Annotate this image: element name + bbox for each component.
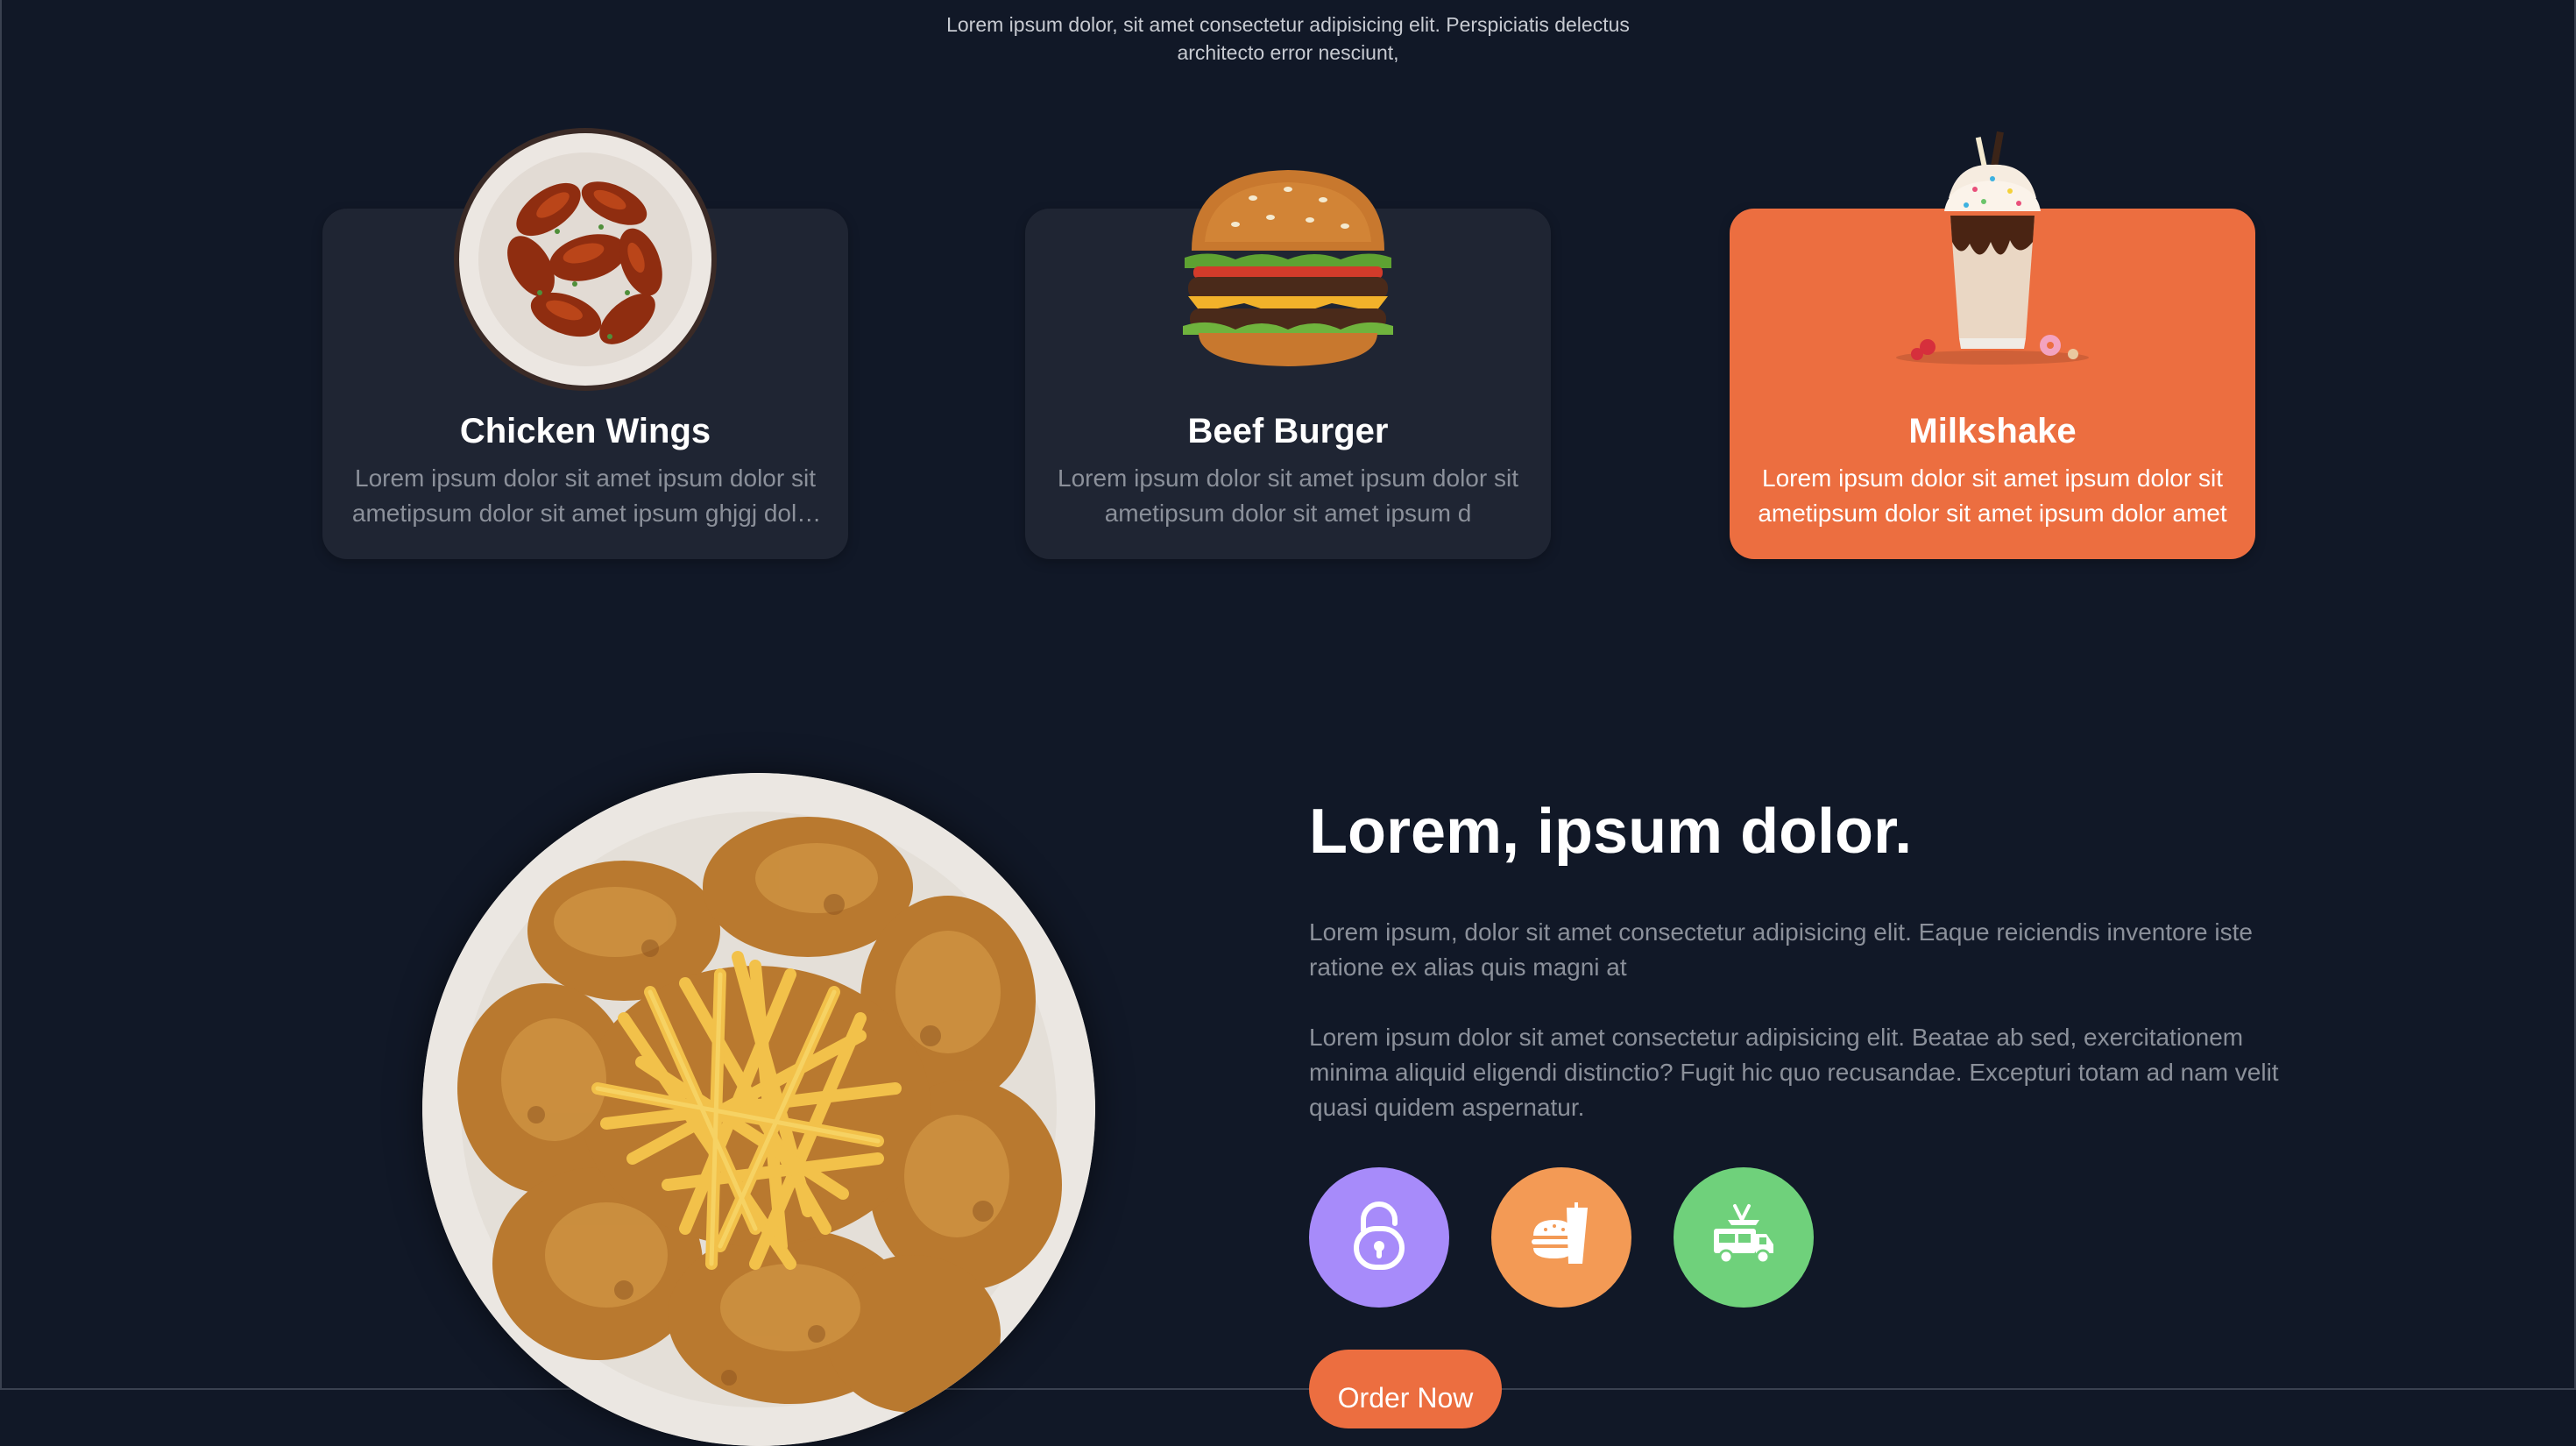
chicken-wings-plate-image (452, 126, 718, 393)
card-description: Lorem ipsum dolor sit amet ipsum dolor s… (1058, 464, 1518, 527)
card-title: Milkshake (1908, 412, 2077, 450)
lock-icon (1351, 1201, 1407, 1275)
card-description: Lorem ipsum dolor sit amet ipsum dolor s… (351, 464, 819, 527)
intro-text: Lorem ipsum dolor, sit amet consectetur … (946, 13, 1630, 64)
about-heading: Lorem, ipsum dolor. (1309, 797, 1913, 867)
card-title: Beef Burger (1187, 412, 1389, 450)
food-truck-icon (1709, 1201, 1779, 1275)
burger-drink-feature-button[interactable] (1491, 1167, 1631, 1308)
card-milkshake[interactable]: Milkshake Lorem ipsum dolor sit amet ips… (1730, 131, 2255, 559)
burger-drink-icon (1526, 1201, 1596, 1275)
about-paragraph-1: Lorem ipsum, dolor sit amet consectetur … (1309, 918, 2253, 981)
card-title: Chicken Wings (459, 412, 711, 450)
food-truck-feature-button[interactable] (1674, 1167, 1814, 1308)
card-chicken-wings[interactable]: Chicken Wings Lorem ipsum dolor sit amet… (322, 128, 848, 559)
card-description: Lorem ipsum dolor sit amet ipsum dolor s… (1758, 464, 2227, 527)
milkshake-image (1879, 128, 2106, 373)
lock-feature-button[interactable] (1309, 1167, 1449, 1308)
about-paragraph-2: Lorem ipsum dolor sit amet consectetur a… (1309, 1024, 2279, 1121)
card-beef-burger[interactable]: Beef Burger Lorem ipsum dolor sit amet i… (1025, 170, 1551, 559)
beef-burger-image (1157, 145, 1419, 382)
fried-chicken-fries-plate-image (422, 773, 1095, 1446)
order-now-button[interactable]: Order Now (1309, 1350, 1502, 1428)
